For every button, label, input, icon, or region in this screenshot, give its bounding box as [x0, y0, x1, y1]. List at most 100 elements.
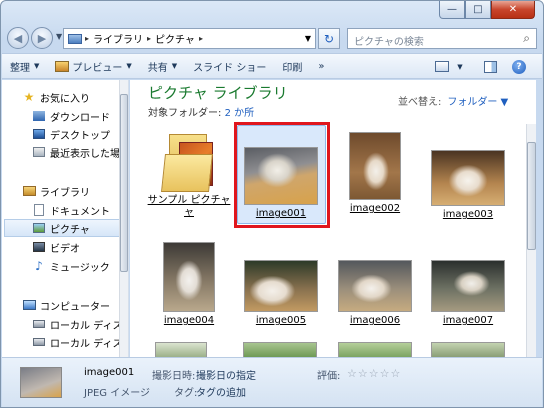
sidebar-item-videos[interactable]: ビデオ: [32, 238, 128, 256]
sidebar-item-libraries[interactable]: ライブラリ: [22, 182, 128, 200]
details-filetype: JPEG イメージ: [84, 388, 151, 399]
rating-label: 評価:: [317, 371, 341, 382]
location-count-link[interactable]: 2 か所: [225, 108, 255, 119]
image-photo: [431, 260, 505, 312]
sidebar-item-music[interactable]: ♪ ミュージック: [32, 257, 128, 275]
sidebar-item-documents[interactable]: ドキュメント: [32, 201, 128, 219]
image-thumb-partial[interactable]: [431, 342, 505, 357]
image-thumb-003[interactable]: image003: [423, 130, 513, 221]
item-label: image005: [255, 315, 307, 326]
content-scrollbar[interactable]: [526, 124, 536, 357]
image-thumb-006[interactable]: image006: [330, 240, 420, 327]
sidebar-label: ダウンロード: [50, 112, 110, 124]
item-label: image004: [163, 315, 215, 326]
sidebar-item-computer[interactable]: コンピューター: [22, 296, 128, 314]
sidebar-item-recent[interactable]: 最近表示した場所: [32, 143, 128, 161]
video-icon: [32, 241, 46, 253]
sidebar-label: ローカル ディスク: [50, 338, 129, 350]
close-button[interactable]: ✕: [491, 1, 535, 19]
breadcrumb-separator[interactable]: ▸: [199, 34, 203, 43]
image-photo: [244, 260, 318, 312]
sidebar-scrollbar[interactable]: [119, 80, 128, 357]
rating-stars[interactable]: ☆☆☆☆☆: [347, 367, 401, 380]
sidebar-label: デスクトップ: [50, 130, 110, 142]
address-dropdown-icon[interactable]: ▼: [305, 34, 311, 43]
navigation-pane: ★ お気に入り ダウンロード デスクトップ 最近表示した場所 ライブラリ ドキュメ…: [2, 80, 129, 357]
sidebar-label: ピクチャ: [50, 224, 90, 236]
sidebar-item-local-disk-1[interactable]: ローカル ディスク: [32, 315, 129, 333]
preview-label: プレビュー: [72, 62, 123, 74]
content-pane: ピクチャ ライブラリ 対象フォルダー: 2 か所 並べ替え: フォルダー ▼ サン…: [130, 80, 536, 357]
sidebar-item-favorites[interactable]: ★ お気に入り: [22, 88, 128, 106]
organize-button[interactable]: 整理 ▼: [2, 55, 47, 77]
download-folder-icon: [32, 110, 46, 122]
sidebar-item-downloads[interactable]: ダウンロード: [32, 107, 128, 125]
library-subtitle: 対象フォルダー: 2 か所: [148, 104, 254, 119]
image-thumb-005[interactable]: image005: [236, 240, 326, 327]
content-scroll-thumb[interactable]: [527, 142, 536, 250]
image-thumb-partial[interactable]: [155, 342, 207, 357]
item-label: image006: [349, 315, 401, 326]
item-label: image007: [442, 315, 494, 326]
search-icon: ⌕: [523, 31, 530, 45]
folder-sample-pictures[interactable]: サンプル ピクチャャ: [144, 130, 234, 219]
address-bar[interactable]: ▸ ライブラリ ▸ ピクチャ ▸ ▼: [63, 28, 316, 49]
view-dropdown-icon[interactable]: ▼: [452, 59, 468, 74]
sidebar-scroll-thumb[interactable]: [120, 94, 128, 272]
breadcrumb-pictures[interactable]: ピクチャ: [155, 31, 195, 46]
item-label: image003: [442, 209, 494, 220]
recent-pages-dropdown[interactable]: ▼: [56, 32, 62, 41]
caption-buttons: — □ ✕: [439, 1, 535, 19]
help-icon[interactable]: ?: [511, 59, 527, 74]
details-thumbnail: [20, 367, 62, 398]
back-button[interactable]: ◀: [7, 27, 29, 49]
maximize-button[interactable]: □: [465, 1, 491, 19]
image-thumb-007[interactable]: image007: [423, 240, 513, 327]
tags-value[interactable]: タグの追加: [196, 384, 246, 399]
desktop-icon: [32, 128, 46, 140]
refresh-button[interactable]: ↻: [318, 28, 340, 49]
more-commands-button[interactable]: »: [310, 55, 332, 77]
included-folders-label: 対象フォルダー:: [148, 108, 222, 119]
breadcrumb-libraries[interactable]: ライブラリ: [93, 31, 143, 46]
hard-drive-icon: [32, 318, 46, 330]
star-icon: ★: [23, 90, 35, 104]
sidebar-label: ローカル ディスク: [50, 320, 129, 332]
sidebar-item-desktop[interactable]: デスクトップ: [32, 125, 128, 143]
preview-icon: [55, 60, 70, 72]
sidebar-label: コンピューター: [40, 301, 110, 313]
forward-arrow-icon: ▶: [37, 31, 47, 45]
date-taken-label: 撮影日時:: [152, 371, 196, 382]
print-button[interactable]: 印刷: [274, 55, 310, 77]
breadcrumb-separator[interactable]: ▸: [85, 34, 89, 43]
hard-drive-icon: [32, 336, 46, 348]
highlight-annotation: [234, 122, 330, 228]
arrange-dropdown[interactable]: フォルダー ▼: [447, 97, 508, 108]
arrange-label: 並べ替え:: [398, 97, 442, 108]
image-photo: [163, 242, 215, 312]
search-placeholder: ピクチャの検索: [354, 37, 424, 48]
forward-button[interactable]: ▶: [31, 27, 53, 49]
image-thumb-004[interactable]: image004: [144, 240, 234, 327]
search-input[interactable]: ピクチャの検索 ⌕: [347, 28, 537, 49]
back-arrow-icon: ◀: [13, 31, 23, 45]
preview-button[interactable]: プレビュー ▼: [47, 55, 139, 77]
explorer-window: — □ ✕ ◀ ▶ ▼ ▸ ライブラリ ▸ ピクチャ ▸ ▼ ↻ ピクチャの検索…: [0, 0, 544, 408]
recent-places-icon: [32, 146, 46, 158]
preview-pane-icon[interactable]: [482, 59, 498, 74]
breadcrumb-separator[interactable]: ▸: [147, 34, 151, 43]
tags-label: タグ:: [174, 388, 198, 399]
image-thumb-partial[interactable]: [243, 342, 317, 357]
share-button[interactable]: 共有 ▼: [140, 55, 185, 77]
command-bar: 整理 ▼ プレビュー ▼ 共有 ▼ スライド ショー 印刷 » ▼ ?: [2, 53, 542, 79]
image-thumb-partial[interactable]: [338, 342, 412, 357]
view-options-icon[interactable]: [434, 59, 450, 74]
image-thumb-002[interactable]: image002: [330, 130, 420, 215]
sidebar-item-local-disk-2[interactable]: ローカル ディスク: [32, 333, 129, 351]
date-taken-value[interactable]: 撮影日の指定: [196, 367, 256, 382]
minimize-button[interactable]: —: [439, 1, 465, 19]
sidebar-item-pictures[interactable]: ピクチャ: [4, 219, 120, 237]
sidebar-label: ドキュメント: [50, 206, 110, 218]
slideshow-button[interactable]: スライド ショー: [185, 55, 274, 77]
music-icon: ♪: [35, 259, 43, 273]
